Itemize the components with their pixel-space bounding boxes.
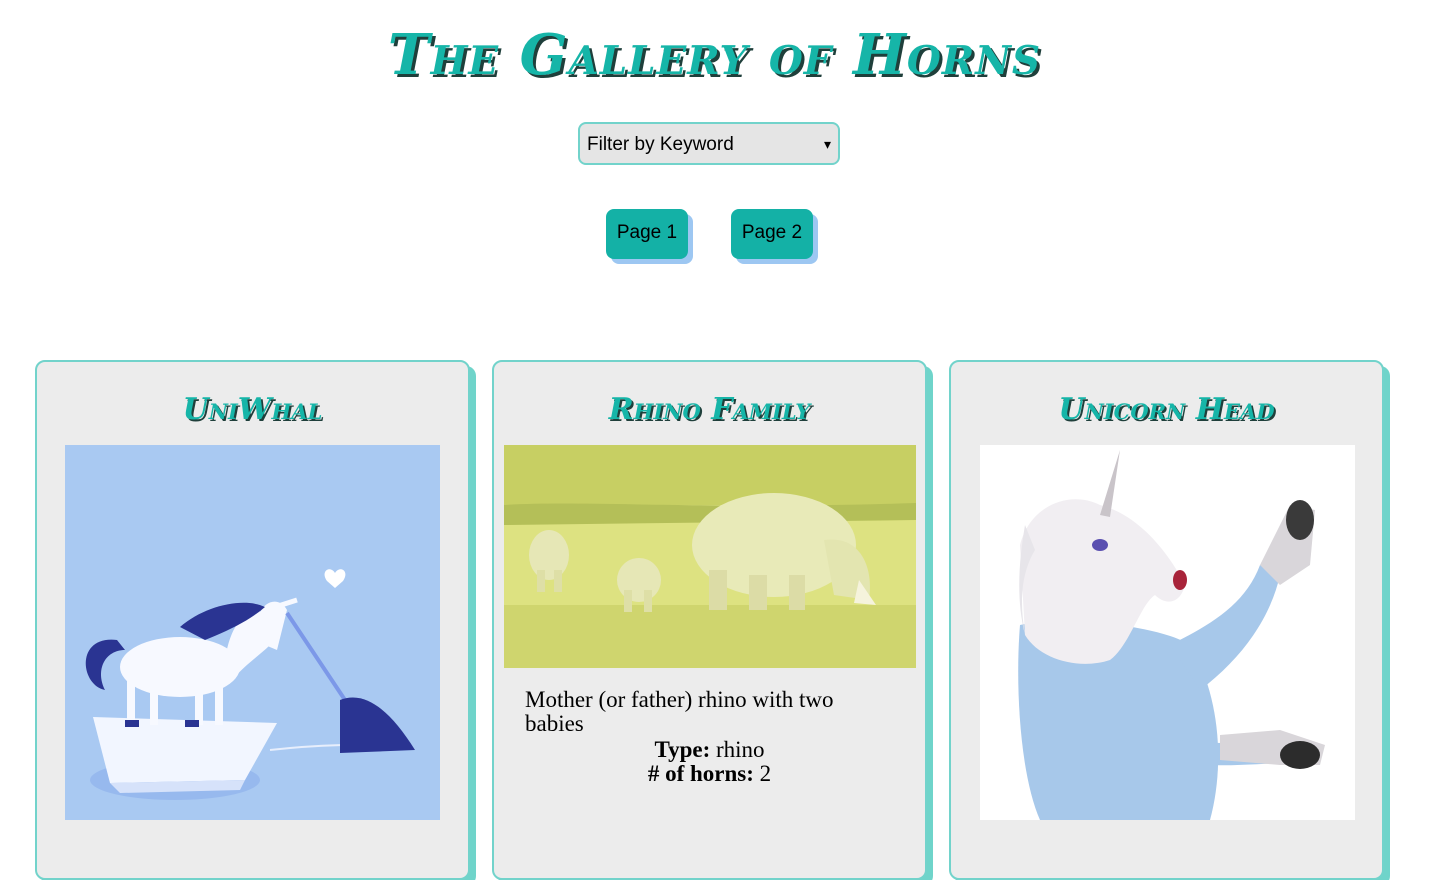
card-title: UniWhal — [182, 392, 323, 427]
card-description: Mother (or father) rhino with two babies — [525, 687, 834, 736]
keyword-filter-select[interactable]: Filter by Keyword ▾ — [578, 122, 840, 165]
horns-value: 2 — [759, 761, 772, 786]
uniwhal-image — [65, 445, 440, 820]
type-label: Type: — [654, 737, 711, 762]
page-2-button[interactable]: Page 2 — [731, 209, 813, 259]
filter-selected-value: Filter by Keyword — [587, 134, 734, 155]
card-horns: # of horns: 2 — [494, 762, 925, 786]
horn-card-rhino-family[interactable]: Rhino Family Mother (or father) rhino wi… — [492, 360, 927, 880]
page-title: The Gallery of Horns — [387, 22, 1042, 88]
card-type: Type: rhino — [494, 738, 925, 762]
page-1-button[interactable]: Page 1 — [606, 209, 688, 259]
rhino-family-image — [504, 445, 916, 668]
horn-card-unicorn-head[interactable]: Unicorn Head — [949, 360, 1384, 880]
chevron-down-icon: ▾ — [823, 136, 831, 152]
horn-card-uniwhal[interactable]: UniWhal — [35, 360, 470, 880]
card-title: Unicorn Head — [1058, 392, 1275, 427]
unicorn-head-image — [980, 445, 1355, 820]
horns-label: # of horns: — [647, 761, 754, 786]
card-title: Rhino Family — [608, 392, 811, 427]
type-value: rhino — [715, 737, 765, 762]
